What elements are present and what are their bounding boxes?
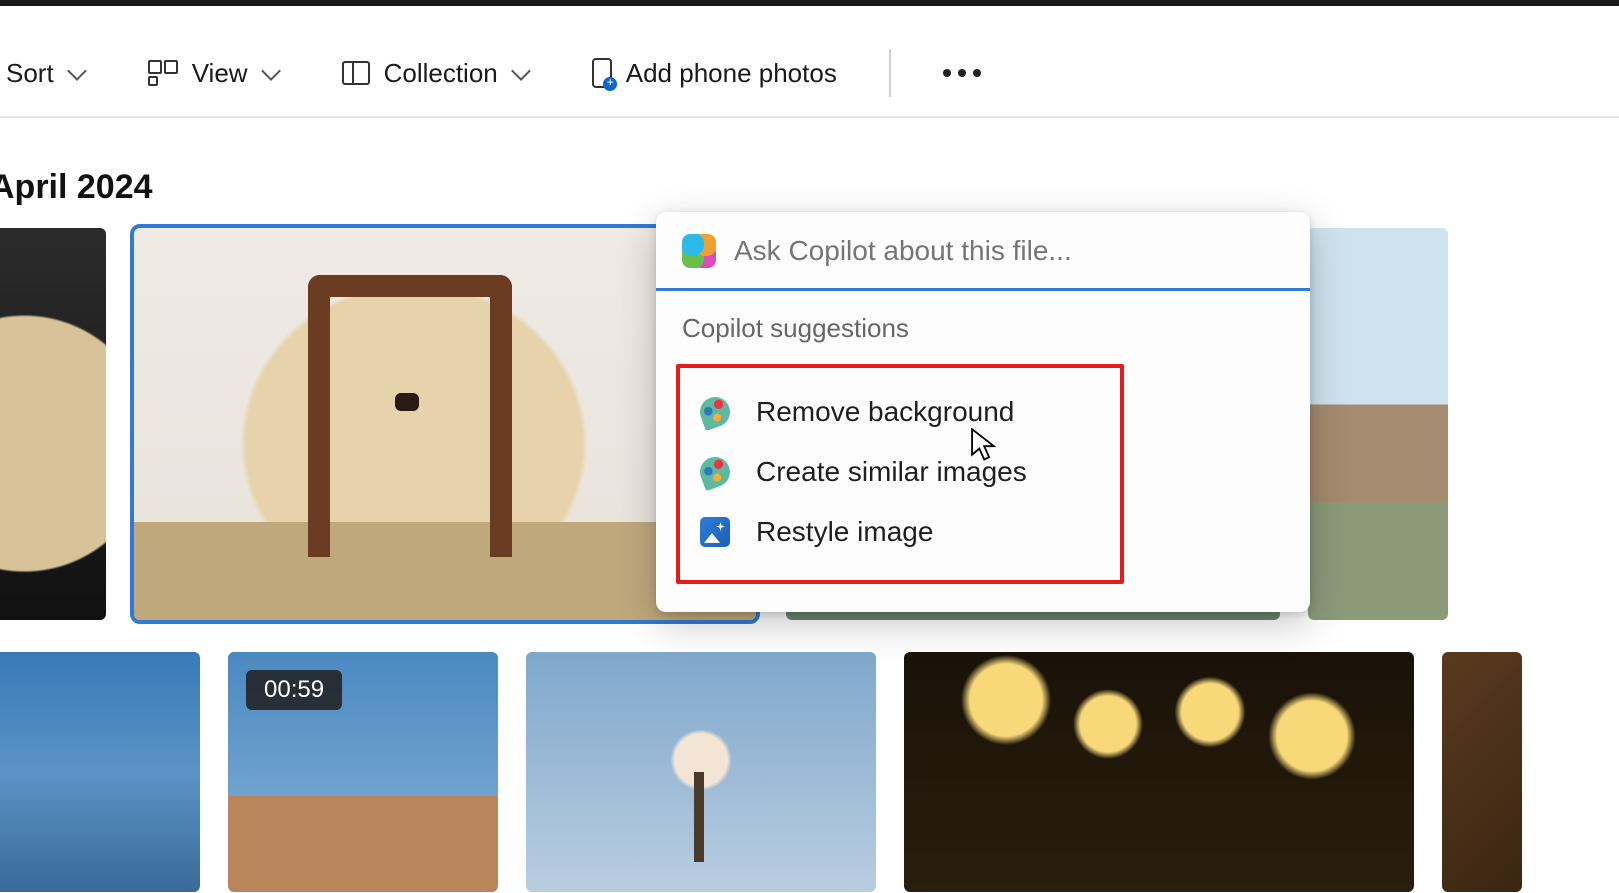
suggestion-label: Create similar images bbox=[756, 456, 1027, 488]
annotation-highlight-box: Remove background Create similar images … bbox=[676, 364, 1124, 584]
chevron-down-icon bbox=[262, 64, 280, 82]
suggestion-create-similar[interactable]: Create similar images bbox=[690, 442, 1110, 502]
toolbar: Sort View Collection + Add phone photos bbox=[0, 30, 1619, 118]
copilot-section-label: Copilot suggestions bbox=[682, 313, 1284, 344]
collection-icon bbox=[342, 61, 370, 85]
view-label: View bbox=[192, 58, 248, 89]
view-grid-icon bbox=[148, 60, 178, 86]
suggestion-label: Restyle image bbox=[756, 516, 933, 548]
photo-thumbnail[interactable] bbox=[1442, 652, 1522, 892]
app-canvas: Sort View Collection + Add phone photos … bbox=[0, 6, 1619, 893]
video-thumbnail[interactable]: 00:59 bbox=[228, 652, 498, 892]
more-horizontal-icon bbox=[943, 69, 981, 77]
copilot-logo-icon bbox=[682, 234, 716, 268]
restyle-image-icon bbox=[700, 517, 730, 547]
more-menu-button[interactable] bbox=[929, 59, 995, 87]
copilot-popup: Copilot suggestions Remove background Cr… bbox=[656, 212, 1310, 612]
collection-dropdown[interactable]: Collection bbox=[328, 48, 544, 99]
add-phone-photos-button[interactable]: + Add phone photos bbox=[578, 48, 851, 99]
copilot-suggestions-panel: Copilot suggestions Remove background Cr… bbox=[656, 291, 1310, 612]
photo-thumbnail[interactable] bbox=[1308, 228, 1448, 620]
palette-icon bbox=[696, 453, 734, 491]
view-dropdown[interactable]: View bbox=[134, 48, 294, 99]
photo-row-2: 00:59 bbox=[0, 652, 1619, 893]
palette-icon bbox=[696, 393, 734, 431]
photo-thumbnail[interactable] bbox=[904, 652, 1414, 892]
chevron-down-icon bbox=[68, 64, 86, 82]
suggestion-remove-background[interactable]: Remove background bbox=[690, 382, 1110, 442]
sort-label: Sort bbox=[6, 58, 54, 89]
suggestion-label: Remove background bbox=[756, 396, 1014, 428]
toolbar-separator bbox=[889, 49, 891, 97]
sort-dropdown[interactable]: Sort bbox=[0, 48, 100, 99]
phone-add-icon: + bbox=[592, 58, 612, 88]
copilot-prompt-input[interactable] bbox=[734, 235, 1284, 267]
add-phone-label: Add phone photos bbox=[626, 58, 837, 89]
date-section-header: April 2024 bbox=[0, 168, 153, 207]
chevron-down-icon bbox=[512, 64, 530, 82]
collection-label: Collection bbox=[384, 58, 498, 89]
photo-thumbnail[interactable] bbox=[526, 652, 876, 892]
photo-thumbnail[interactable] bbox=[0, 228, 106, 620]
suggestion-restyle[interactable]: Restyle image bbox=[690, 502, 1110, 562]
photo-thumbnail[interactable] bbox=[0, 652, 200, 892]
video-duration-badge: 00:59 bbox=[246, 670, 342, 710]
copilot-input-row bbox=[656, 212, 1310, 291]
